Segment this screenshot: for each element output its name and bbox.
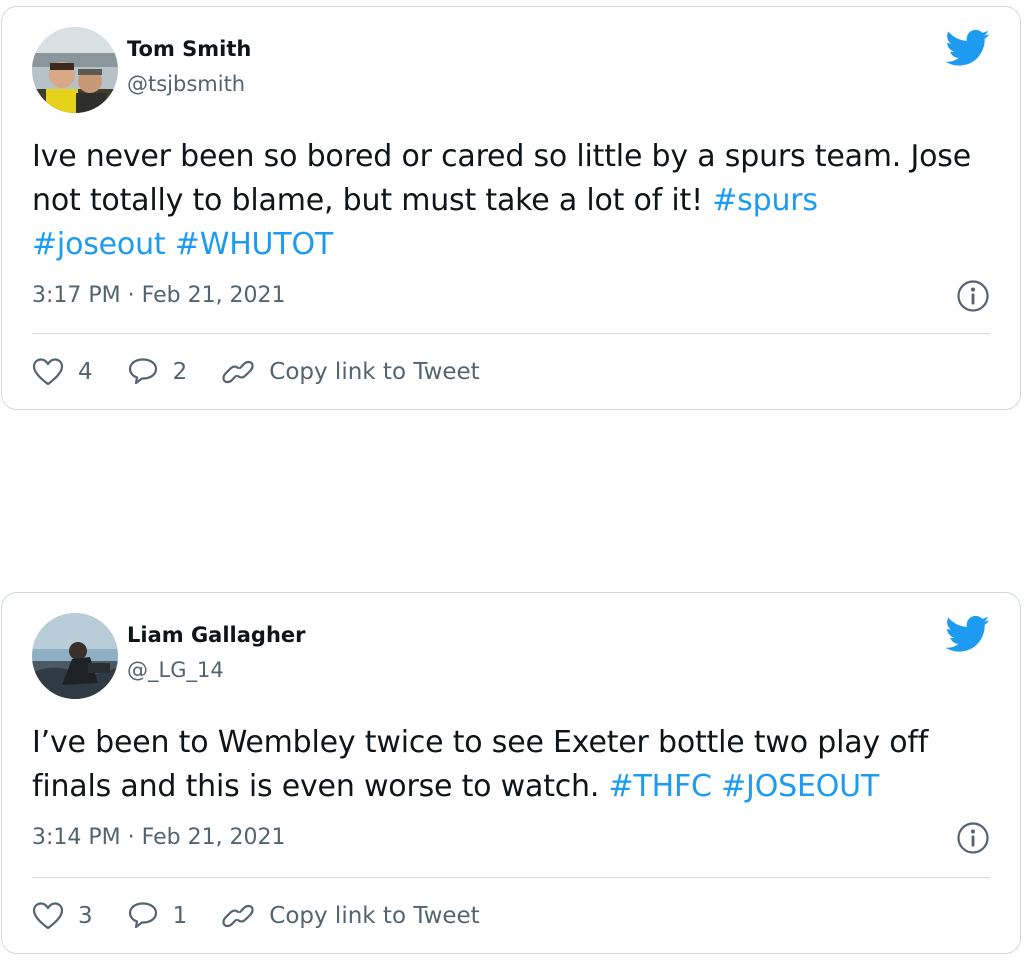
reply-count: 2 (172, 359, 188, 385)
author-handle[interactable]: @_LG_14 (127, 658, 224, 682)
hashtag-link[interactable]: #spurs (712, 183, 818, 218)
tweet-body: Ive never been so bored or cared so litt… (32, 139, 971, 218)
author-name[interactable]: Liam Gallagher (127, 623, 306, 647)
tweet-text: Ive never been so bored or cared so litt… (32, 135, 982, 267)
divider (32, 333, 990, 334)
reply-count: 1 (172, 903, 188, 929)
info-icon[interactable] (956, 821, 990, 855)
heart-icon (32, 358, 64, 386)
copy-link-label: Copy link to Tweet (269, 359, 480, 385)
copy-link-label: Copy link to Tweet (269, 903, 480, 929)
author-name[interactable]: Tom Smith (127, 37, 251, 61)
like-count: 3 (78, 903, 93, 929)
author-handle[interactable]: @tsjbsmith (127, 72, 245, 96)
reply-icon (128, 358, 157, 385)
copy-link-button[interactable]: Copy link to Tweet (221, 900, 480, 932)
timestamp[interactable]: 3:17 PM · Feb 21, 2021 (32, 283, 286, 308)
reply-button[interactable]: 2 (127, 357, 188, 387)
info-icon[interactable] (956, 279, 990, 313)
avatar[interactable] (32, 27, 118, 113)
hashtag-link[interactable]: #JOSEOUT (721, 769, 879, 804)
tweet-text: I’ve been to Wembley twice to see Exeter… (32, 721, 982, 809)
action-bar: 3 1 Copy link to Tweet (32, 899, 514, 933)
tweet-card: Liam Gallagher @_LG_14 I’ve been to Wemb… (1, 592, 1021, 954)
copy-link-button[interactable]: Copy link to Tweet (221, 356, 480, 388)
hashtag-link[interactable]: #WHUTOT (175, 227, 333, 262)
hashtag-link[interactable]: #THFC (609, 769, 712, 804)
link-icon (222, 904, 254, 928)
avatar[interactable] (32, 613, 118, 699)
like-button[interactable]: 3 (32, 901, 93, 931)
divider (32, 877, 990, 878)
heart-icon (32, 902, 64, 930)
timestamp[interactable]: 3:14 PM · Feb 21, 2021 (32, 825, 286, 850)
twitter-bird-icon[interactable] (946, 615, 990, 653)
link-icon (222, 360, 254, 384)
reply-button[interactable]: 1 (127, 901, 188, 931)
like-count: 4 (78, 359, 93, 385)
like-button[interactable]: 4 (32, 357, 93, 387)
action-bar: 4 2 Copy link to Tweet (32, 355, 514, 389)
reply-icon (128, 902, 157, 929)
twitter-bird-icon[interactable] (946, 29, 990, 67)
hashtag-link[interactable]: #joseout (32, 227, 166, 262)
tweet-card: Tom Smith @tsjbsmith Ive never been so b… (1, 6, 1021, 410)
